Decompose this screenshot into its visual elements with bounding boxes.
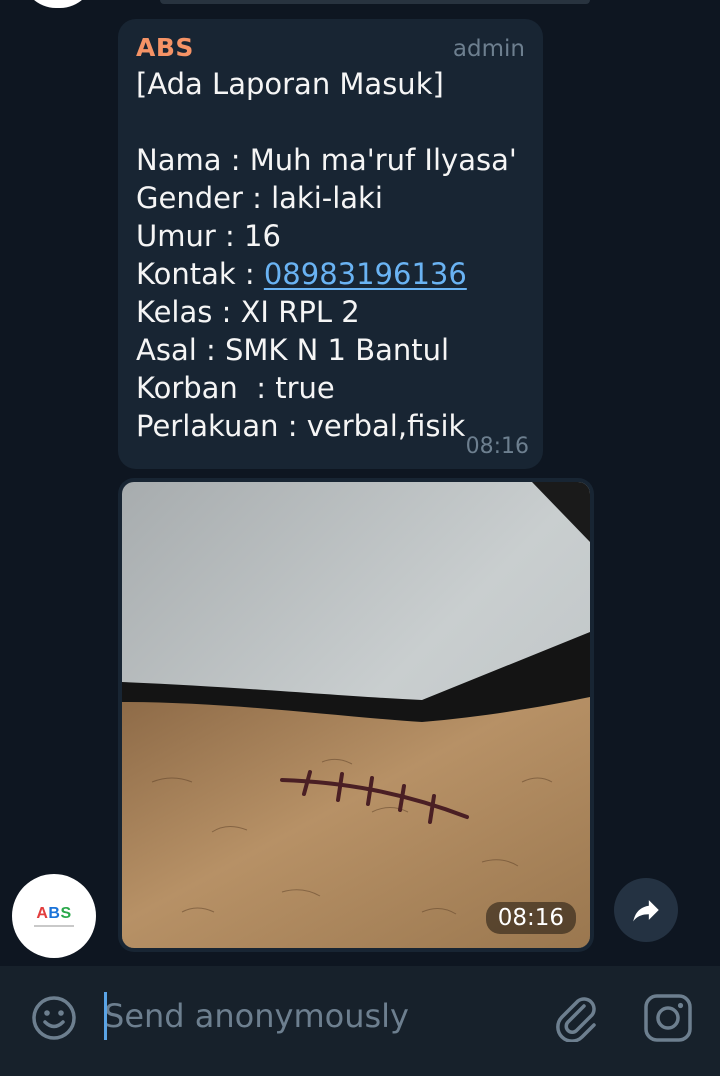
photo-image[interactable] [122,482,590,948]
photo-message[interactable]: 08:16 [118,478,594,952]
field-label: Korban : [136,371,276,405]
field-value: Muh ma'ruf Ilyasa' [249,143,517,177]
message-time: 08:16 [465,434,529,459]
field-label: Kelas : [136,295,241,329]
instagram-camera-icon[interactable] [642,992,694,1044]
field-value: SMK N 1 Bantul [224,333,450,367]
field-label: Gender : [136,181,272,215]
message-input[interactable] [104,992,524,1040]
field-label: Nama : [136,143,250,177]
text-cursor [104,992,107,1040]
message-header: ABS admin [136,33,525,65]
previous-avatar[interactable] [22,0,94,8]
smiley-icon[interactable] [30,994,78,1042]
field-value: verbal,fisik [306,409,466,443]
abs-avatar[interactable]: ABS [12,874,96,958]
field-korban: Korban : true [136,369,525,407]
phone-link[interactable]: 08983196136 [264,257,467,291]
photo-time: 08:16 [485,902,576,934]
field-label: Kontak : [136,257,264,291]
previous-message-edge [160,0,590,4]
field-umur: Umur : 16 [136,217,525,255]
logo-tagline-bar [34,925,74,927]
sender-name[interactable]: ABS [136,33,194,62]
field-gender: Gender : laki-laki [136,179,525,217]
field-value: true [275,371,335,405]
sender-role: admin [452,36,525,62]
field-value: laki-laki [271,181,383,215]
share-button[interactable] [614,878,678,942]
field-value: XI RPL 2 [240,295,360,329]
field-label: Asal : [136,333,225,367]
field-label: Umur : [136,219,244,253]
field-kontak: Kontak : 08983196136 [136,255,525,293]
field-label: Perlakuan : [136,409,307,443]
message-title: [Ada Laporan Masuk] [136,67,444,101]
share-arrow-icon [633,900,659,922]
field-value: 16 [244,219,281,253]
chat-area: ABS admin [Ada Laporan Masuk] Nama : Muh… [0,0,720,966]
paperclip-icon[interactable] [552,992,602,1042]
field-nama: Nama : Muh ma'ruf Ilyasa' [136,141,525,179]
message-bubble[interactable]: ABS admin [Ada Laporan Masuk] Nama : Muh… [118,19,543,469]
field-asal: Asal : SMK N 1 Bantul [136,331,525,369]
composer-bar [0,966,720,1076]
field-kelas: Kelas : XI RPL 2 [136,293,525,331]
abs-logo: ABS [36,905,72,922]
